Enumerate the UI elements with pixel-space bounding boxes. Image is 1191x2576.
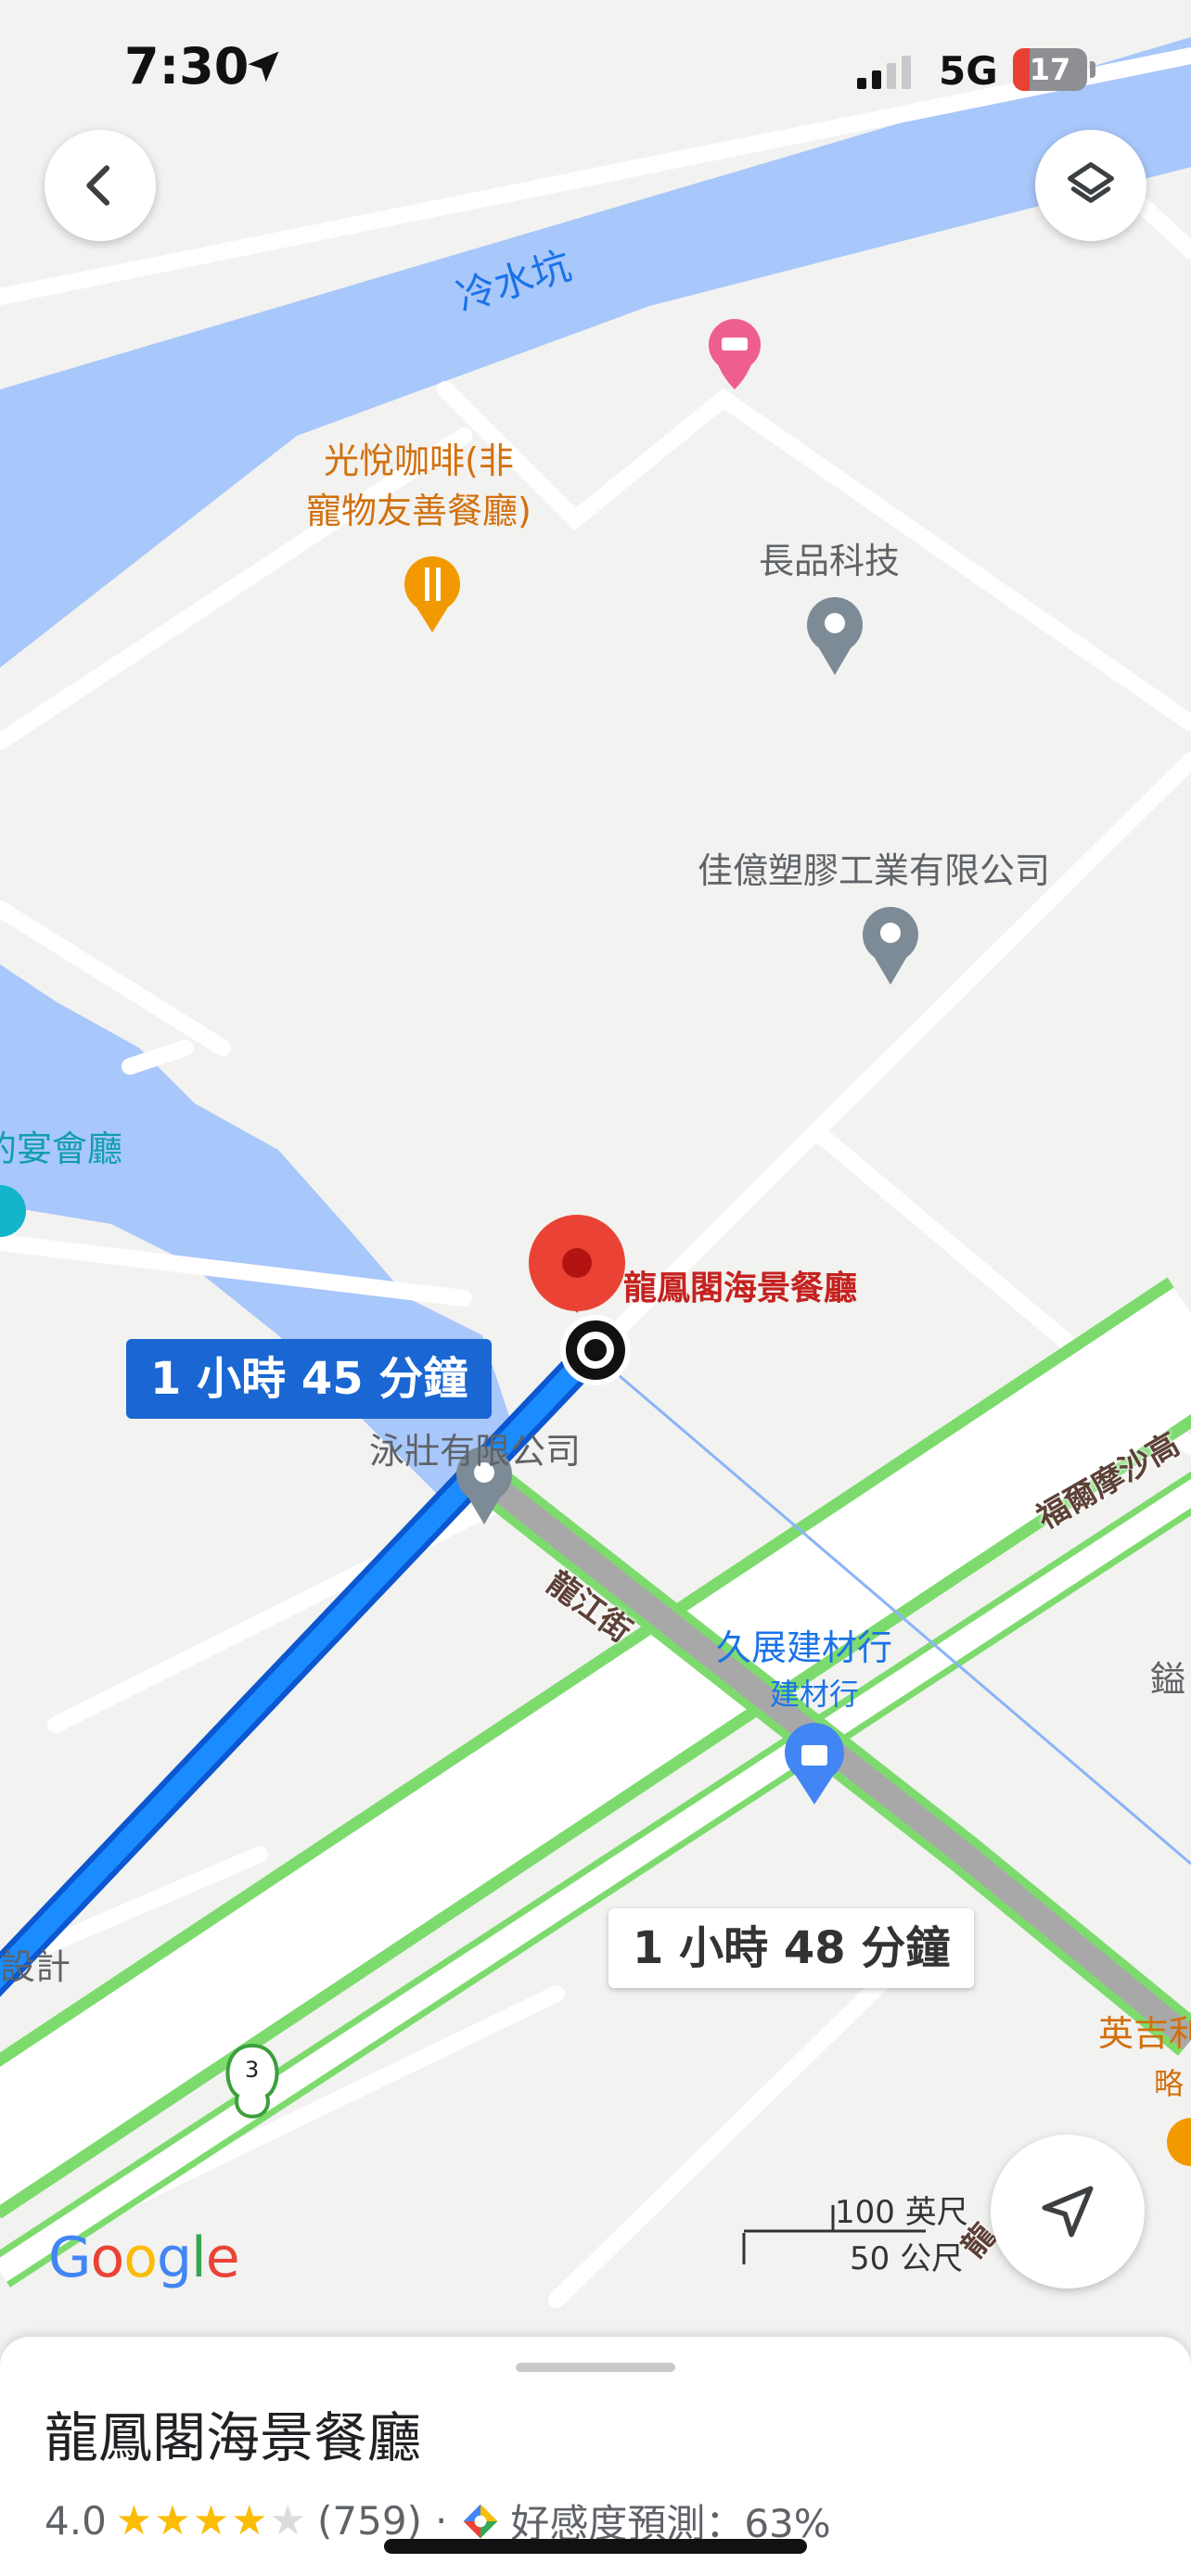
back-button[interactable] xyxy=(45,130,156,241)
battery-level: 17 xyxy=(1029,52,1071,87)
star-rating-icon: ★★★★★ xyxy=(115,2497,309,2544)
network-type: 5G xyxy=(939,48,998,94)
sheet-drag-handle[interactable] xyxy=(516,2363,675,2372)
layers-button[interactable] xyxy=(1035,130,1146,241)
status-time: 7:30 xyxy=(124,37,250,96)
cafe-label[interactable]: 光悅咖啡(非 寵物友善餐廳) xyxy=(306,436,531,536)
home-indicator[interactable] xyxy=(384,2539,807,2554)
my-location-button[interactable] xyxy=(991,2135,1145,2289)
google-logo: Google xyxy=(48,2225,240,2290)
battery-icon: 17 xyxy=(1013,48,1087,91)
rating-value: 4.0 xyxy=(45,2498,107,2544)
store-category-label: 建材行 xyxy=(770,1677,860,1712)
place-name: 龍鳳閣海景餐廳 xyxy=(45,2406,422,2469)
route-origin-marker xyxy=(560,1315,631,1385)
layers-icon xyxy=(1068,162,1114,203)
route-shield-number: 3 xyxy=(245,2057,260,2083)
vibe-diamond-icon xyxy=(463,2504,498,2538)
edge-label-right: 鎰 xyxy=(1150,1659,1186,1700)
eta-primary-label[interactable]: 1 小時 45 分鐘 xyxy=(126,1339,493,1419)
banquet-label[interactable]: 的宴會廳 xyxy=(0,1120,122,1171)
destination-label[interactable]: 龍鳳閣海景餐廳 xyxy=(623,1261,857,1309)
signal-icon xyxy=(857,56,911,89)
company-label-jiayi[interactable]: 佳億塑膠工業有限公司 xyxy=(698,842,1050,893)
map-scale: 100 英尺 50 公尺 xyxy=(742,2187,983,2277)
company-label-yongzhuang[interactable]: 泳壯有限公司 xyxy=(369,1422,581,1473)
review-count[interactable]: (759) xyxy=(317,2498,422,2544)
navigation-arrow-icon xyxy=(1042,2186,1094,2238)
location-arrow-icon xyxy=(248,51,279,83)
scale-imperial: 100 英尺 xyxy=(835,2194,968,2231)
company-label-changpin[interactable]: 長品科技 xyxy=(759,532,900,583)
edge-label-bottom-sub: 略 xyxy=(1154,2066,1185,2101)
eta-alt-label[interactable]: 1 小時 48 分鐘 xyxy=(608,1908,975,1988)
chevron-left-icon xyxy=(86,165,110,206)
separator: · xyxy=(434,2498,448,2544)
battery-tip xyxy=(1090,61,1095,78)
scale-metric: 50 公尺 xyxy=(850,2240,964,2277)
status-bar: 7:30 5G 17 xyxy=(0,0,1191,139)
edge-label-bottom: 英吉利 xyxy=(1098,2013,1191,2054)
design-label: 設計 xyxy=(0,1946,71,1987)
store-label[interactable]: 久展建材行 xyxy=(716,1619,892,1670)
